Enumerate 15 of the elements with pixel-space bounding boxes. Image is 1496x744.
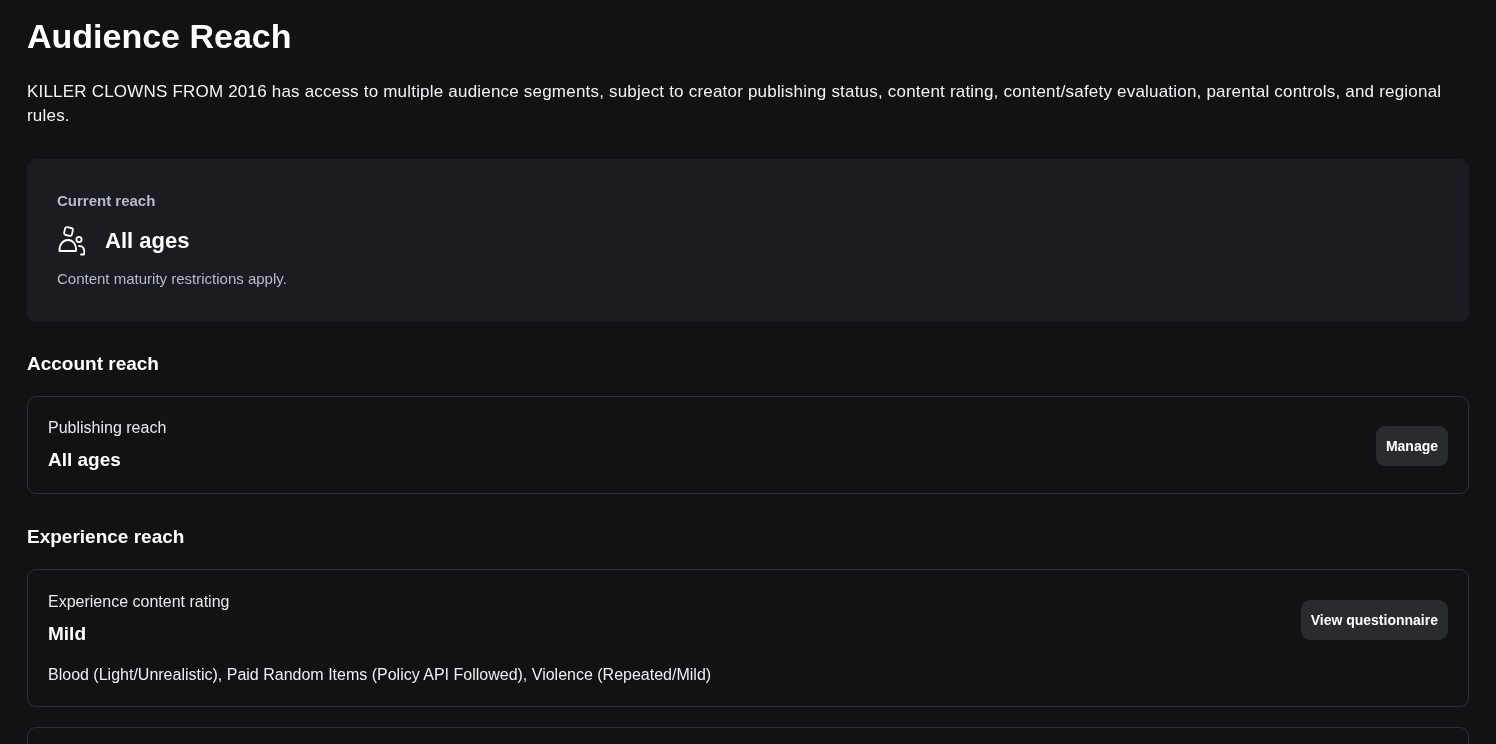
card-label: Experience content rating — [48, 592, 231, 612]
action-button[interactable]: View questionnaire — [1300, 600, 1448, 640]
current-reach-label: Current reach — [57, 191, 157, 211]
page-description: KILLER CLOWNS FROM 2016 has access to multiple audience segments, subject to creator publishing status, content rating, content/safety evaluation, parental controls, and regional rules. — [27, 81, 1443, 127]
card-value: All ages — [48, 448, 122, 472]
section-title: Experience reach — [27, 525, 186, 549]
card-label: Publishing reach — [48, 418, 167, 438]
current-reach-note: Content maturity restrictions apply. — [57, 269, 288, 289]
card-value: Mild — [48, 622, 87, 646]
section-title: Account reach — [27, 352, 160, 376]
action-button[interactable]: Manage — [1375, 426, 1448, 466]
current-reach-value: All ages — [105, 227, 190, 255]
page-title: Audience Reach — [27, 16, 293, 56]
people-icon — [57, 226, 87, 256]
rating-descriptors: Blood (Light/Unrealistic), Paid Random Items (Policy API Followed), Violence (Repeated/Mild) — [48, 665, 712, 685]
